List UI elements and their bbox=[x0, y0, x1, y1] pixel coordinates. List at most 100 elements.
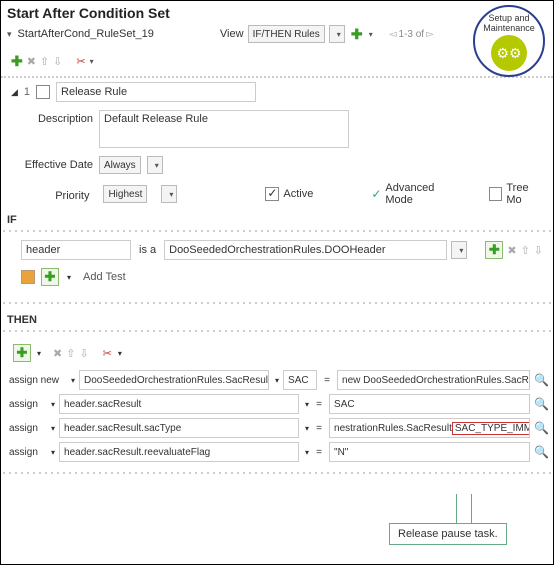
description-label: Description bbox=[9, 110, 93, 125]
lhs-1[interactable]: header.sacResult bbox=[59, 394, 299, 414]
search-icon-3[interactable]: 🔍 bbox=[534, 445, 549, 459]
priority-arrow[interactable]: ▾ bbox=[161, 185, 177, 203]
rule-name-value: Release Rule bbox=[61, 86, 127, 98]
effective-date-select[interactable]: Always bbox=[99, 156, 141, 174]
assign-row-0: assign new ▾ DooSeededOrchestrationRules… bbox=[1, 368, 553, 392]
add-condition-button[interactable]: ✚ bbox=[485, 241, 503, 259]
action-label-1: assign bbox=[9, 399, 45, 410]
rhs-1[interactable]: SAC bbox=[329, 394, 530, 414]
assign-row-1: assign ▾ header.sacResult ▾ = SAC 🔍 bbox=[1, 392, 553, 416]
if-label: IF bbox=[1, 210, 553, 228]
tree-mode-checkbox[interactable] bbox=[489, 187, 502, 201]
action-menu-2[interactable]: ▾ bbox=[51, 424, 55, 433]
advanced-label: Advanced Mode bbox=[385, 182, 461, 206]
then-add-menu[interactable]: ▾ bbox=[37, 349, 41, 358]
priority-value: Highest bbox=[108, 189, 142, 200]
mid-0[interactable]: SAC bbox=[283, 370, 317, 390]
eq-2: = bbox=[313, 423, 325, 434]
view-select[interactable]: IF/THEN Rules bbox=[248, 25, 325, 43]
action-label-3: assign bbox=[9, 447, 45, 458]
then-cut-menu[interactable]: ▾ bbox=[118, 349, 122, 358]
then-add-button[interactable]: ✚ bbox=[13, 344, 31, 362]
callout-connector bbox=[456, 494, 457, 524]
action-label-2: assign bbox=[9, 423, 45, 434]
active-label: Active bbox=[283, 188, 313, 200]
new-rule-button[interactable]: ✚ bbox=[11, 53, 23, 70]
gear-icon: ⚙⚙ bbox=[491, 35, 527, 71]
action-menu-0[interactable]: ▾ bbox=[71, 376, 75, 385]
assign-row-3: assign ▾ header.sacResult.reevaluateFlag… bbox=[1, 440, 553, 464]
add-test-menu[interactable]: ▾ bbox=[67, 273, 71, 282]
callout-connector-2 bbox=[471, 494, 472, 524]
cond-down-icon[interactable]: ⇩ bbox=[534, 244, 543, 257]
action-menu-1[interactable]: ▾ bbox=[51, 400, 55, 409]
setup-maintenance-badge[interactable]: Setup and Maintenance ⚙⚙ bbox=[473, 5, 545, 77]
lhs-arrow-1[interactable]: ▾ bbox=[305, 400, 309, 409]
move-down-icon[interactable]: ⇩ bbox=[53, 55, 62, 68]
add-test-label[interactable]: Add Test bbox=[83, 271, 126, 283]
sac-type-highlight: SAC_TYPE_IMMEDIATE bbox=[452, 422, 530, 435]
search-icon-1[interactable]: 🔍 bbox=[534, 397, 549, 411]
callout-text: Release pause task. bbox=[398, 528, 498, 540]
effective-date-arrow[interactable]: ▾ bbox=[147, 156, 163, 174]
priority-label: Priority bbox=[9, 187, 89, 202]
rule-select-checkbox[interactable] bbox=[36, 85, 50, 99]
rule-index: 1 bbox=[24, 86, 30, 98]
test-icon bbox=[21, 270, 35, 284]
view-value: IF/THEN Rules bbox=[253, 29, 320, 40]
next-page-icon[interactable]: ▻ bbox=[426, 29, 434, 40]
lhs-arrow-3[interactable]: ▾ bbox=[305, 448, 309, 457]
effective-date-label: Effective Date bbox=[9, 156, 93, 171]
lhs-arrow-0[interactable]: ▾ bbox=[275, 376, 279, 385]
lhs-arrow-2[interactable]: ▾ bbox=[305, 424, 309, 433]
cond-up-icon[interactable]: ⇧ bbox=[521, 244, 530, 257]
rule-name-input[interactable]: Release Rule bbox=[56, 82, 256, 102]
then-up-icon[interactable]: ⇧ bbox=[66, 347, 75, 360]
then-delete-button[interactable]: ✖ bbox=[53, 347, 62, 360]
if-type-value: DooSeededOrchestrationRules.DOOHeader bbox=[169, 244, 385, 256]
add-view-button[interactable]: ✚ bbox=[349, 26, 365, 42]
eq-0: = bbox=[321, 375, 333, 386]
delete-condition-button[interactable]: ✖ bbox=[507, 244, 516, 257]
then-label: THEN bbox=[1, 310, 553, 328]
page-title: Start After Condition Set bbox=[7, 5, 170, 21]
lhs-3[interactable]: header.sacResult.reevaluateFlag bbox=[59, 442, 299, 462]
rhs-0[interactable]: new DooSeededOrchestrationRules.SacResul… bbox=[337, 370, 530, 390]
tree-mode-label: Tree Mo bbox=[506, 182, 545, 206]
lhs-2[interactable]: header.sacResult.sacType bbox=[59, 418, 299, 438]
eq-3: = bbox=[313, 447, 325, 458]
delete-rule-button[interactable]: ✖ bbox=[27, 55, 36, 68]
then-down-icon[interactable]: ⇩ bbox=[79, 347, 88, 360]
add-view-menu[interactable]: ▾ bbox=[369, 30, 373, 39]
advanced-check-icon: ✓ bbox=[371, 187, 381, 201]
priority-select[interactable]: Highest bbox=[103, 185, 147, 203]
if-type-arrow[interactable]: ▾ bbox=[451, 241, 467, 259]
active-checkbox[interactable] bbox=[265, 187, 279, 201]
search-icon-0[interactable]: 🔍 bbox=[534, 373, 549, 387]
eq-1: = bbox=[313, 399, 325, 410]
rhs-3[interactable]: "N" bbox=[329, 442, 530, 462]
collapse-rule-icon[interactable]: ◢ bbox=[11, 87, 18, 98]
if-subject-value: header bbox=[26, 244, 60, 256]
badge-text-1: Setup and bbox=[488, 13, 529, 23]
action-label-0: assign new bbox=[9, 375, 65, 386]
lhs-0[interactable]: DooSeededOrchestrationRules.SacResult bbox=[79, 370, 269, 390]
if-operator: is a bbox=[135, 244, 160, 256]
prev-page-icon[interactable]: ◅ bbox=[389, 29, 397, 40]
search-icon-2[interactable]: 🔍 bbox=[534, 421, 549, 435]
description-value: Default Release Rule bbox=[104, 113, 208, 125]
if-subject-input[interactable]: header bbox=[21, 240, 131, 260]
description-input[interactable]: Default Release Rule bbox=[99, 110, 349, 148]
effective-date-value: Always bbox=[104, 160, 136, 171]
action-menu-3[interactable]: ▾ bbox=[51, 448, 55, 457]
if-type-input[interactable]: DooSeededOrchestrationRules.DOOHeader bbox=[164, 240, 447, 260]
cut-menu[interactable]: ▾ bbox=[90, 57, 94, 66]
view-dropdown-arrow[interactable]: ▾ bbox=[329, 25, 345, 43]
move-up-icon[interactable]: ⇧ bbox=[40, 55, 49, 68]
rhs-2[interactable]: nestrationRules.SacResult SAC_TYPE_IMMED… bbox=[329, 418, 530, 438]
expand-icon[interactable]: ▾ bbox=[7, 29, 12, 40]
then-cut-button[interactable]: ✂ bbox=[103, 347, 112, 360]
assign-row-2: assign ▾ header.sacResult.sacType ▾ = ne… bbox=[1, 416, 553, 440]
add-test-plus[interactable]: ✚ bbox=[41, 268, 59, 286]
cut-button[interactable]: ✂ bbox=[76, 55, 85, 68]
